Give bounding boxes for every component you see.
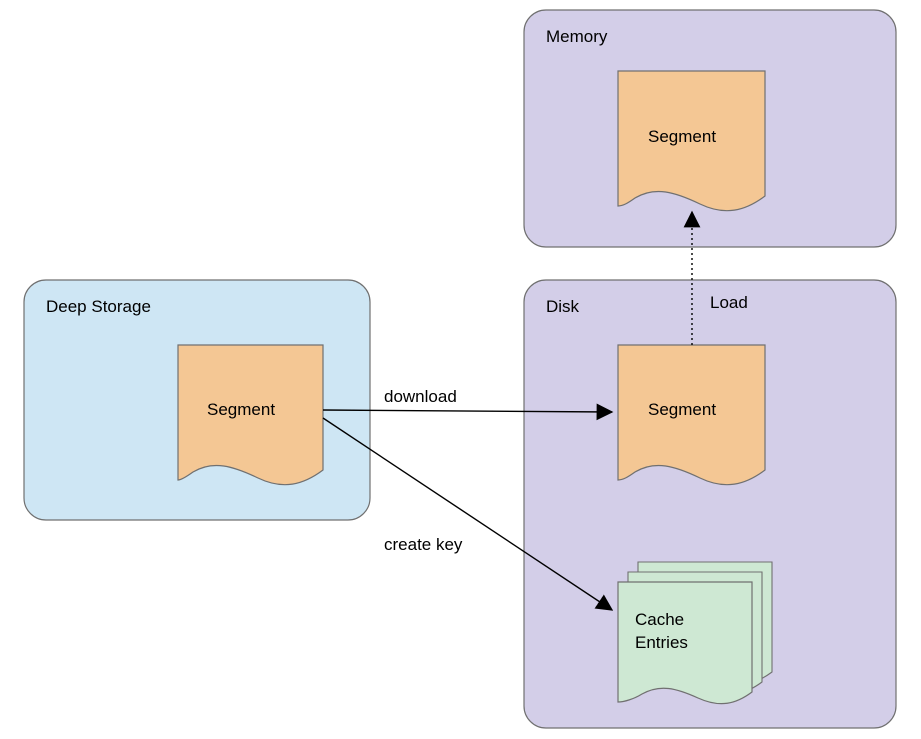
memory-container: Memory Segment [524, 10, 896, 247]
memory-segment-icon: Segment [618, 71, 765, 211]
memory-title: Memory [546, 27, 608, 46]
deep-storage-container: Deep Storage Segment [24, 280, 370, 520]
disk-segment-icon: Segment [618, 345, 765, 485]
deep-storage-segment-label: Segment [207, 400, 275, 419]
deep-storage-title: Deep Storage [46, 297, 151, 316]
disk-container: Disk Segment Cache Entries [524, 280, 896, 728]
diagram-root: Deep Storage Segment Memory Segment Disk… [0, 0, 921, 739]
disk-title: Disk [546, 297, 580, 316]
cache-entries-icon: Cache Entries [618, 562, 772, 704]
cache-entries-label-2: Entries [635, 633, 688, 652]
create-key-label: create key [384, 535, 463, 554]
disk-segment-label: Segment [648, 400, 716, 419]
deep-storage-segment-icon: Segment [178, 345, 323, 485]
download-label: download [384, 387, 457, 406]
cache-entries-label-1: Cache [635, 610, 684, 629]
load-label: Load [710, 293, 748, 312]
memory-segment-label: Segment [648, 127, 716, 146]
